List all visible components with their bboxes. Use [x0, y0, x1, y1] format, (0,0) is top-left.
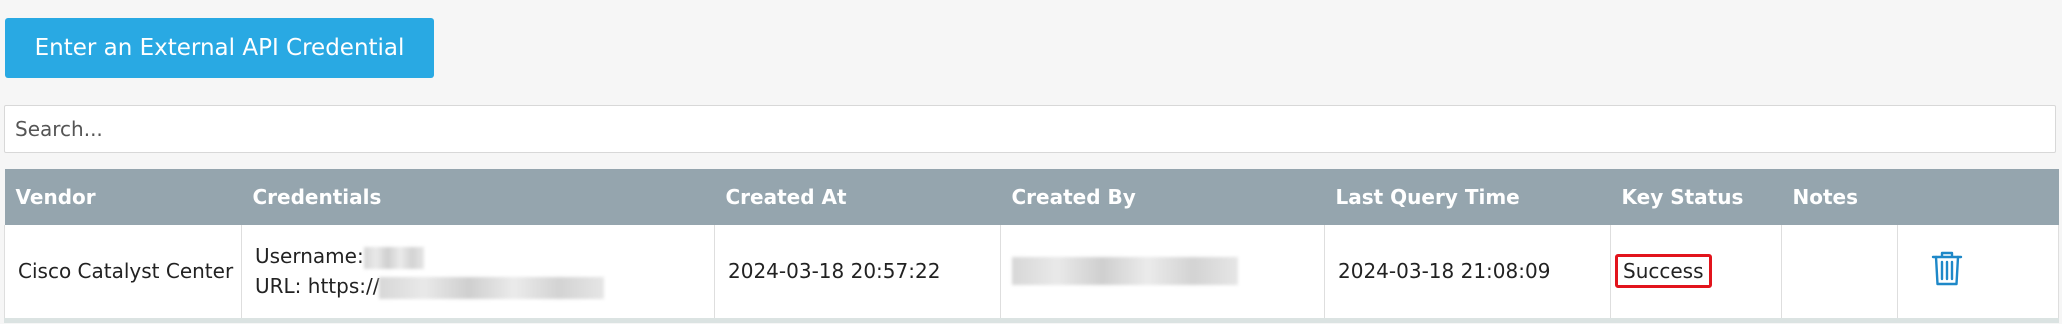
cell-vendor: Cisco Catalyst Center	[4, 225, 242, 320]
column-header-created-by[interactable]: Created By	[1001, 169, 1325, 225]
cell-key-status: Success	[1610, 225, 1782, 320]
column-header-credentials[interactable]: Credentials	[242, 169, 715, 225]
table-header-row: Vendor Credentials Created At Created By…	[4, 169, 2059, 225]
cell-actions	[1897, 225, 2059, 320]
table-row: Cisco Catalyst Center Username: URL: htt…	[4, 225, 2059, 320]
search-input[interactable]	[4, 105, 2056, 153]
api-credentials-page: Enter an External API Credential Vendor …	[0, 0, 2062, 324]
credential-username-line: Username:	[255, 241, 714, 271]
enter-external-api-credential-button[interactable]: Enter an External API Credential	[5, 18, 434, 78]
cell-created-at: 2024-03-18 20:57:22	[714, 225, 1001, 320]
status-badge: Success	[1615, 254, 1712, 289]
credential-url-label: URL: https://	[255, 274, 380, 299]
column-header-key-status[interactable]: Key Status	[1611, 169, 1782, 225]
column-header-last-query-time[interactable]: Last Query Time	[1325, 169, 1611, 225]
trash-icon[interactable]	[1931, 251, 1963, 287]
cell-notes	[1781, 225, 1898, 320]
column-header-actions	[1898, 169, 2059, 225]
redacted-url	[379, 276, 605, 299]
cell-last-query-time: 2024-03-18 21:08:09	[1324, 225, 1611, 320]
column-header-notes[interactable]: Notes	[1782, 169, 1898, 225]
credential-username-label: Username:	[255, 244, 364, 269]
column-header-vendor[interactable]: Vendor	[5, 169, 242, 225]
column-header-created-at[interactable]: Created At	[715, 169, 1001, 225]
cell-credentials: Username: URL: https://	[241, 225, 715, 320]
redacted-created-by	[1012, 257, 1238, 286]
cell-created-by	[1000, 225, 1325, 320]
credential-url-line: URL: https://	[255, 271, 714, 301]
redacted-username	[363, 246, 424, 269]
credentials-table: Vendor Credentials Created At Created By…	[4, 169, 2059, 323]
